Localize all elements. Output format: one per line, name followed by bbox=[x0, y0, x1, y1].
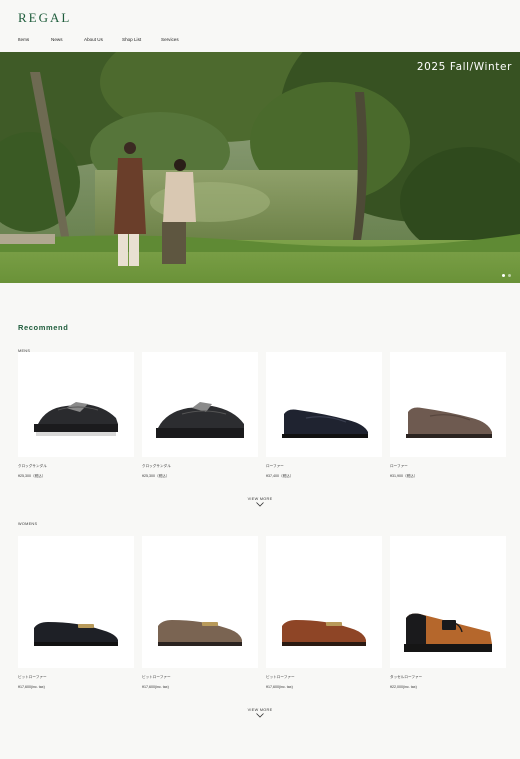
product-price: ¥25,300（税込） bbox=[18, 474, 46, 478]
product-price: ¥22,000(inc. tax) bbox=[390, 685, 417, 689]
product-card[interactable]: クロッグサンダル ¥25,300（税込） bbox=[18, 352, 134, 479]
product-image[interactable] bbox=[18, 536, 134, 668]
clog-sandal-black-image bbox=[34, 402, 118, 436]
nav-about-us[interactable]: About Us bbox=[84, 37, 122, 42]
product-card[interactable]: タッセルローファー ¥22,000(inc. tax) bbox=[390, 536, 506, 689]
regal-logo[interactable]: REGAL bbox=[18, 10, 71, 26]
product-image[interactable] bbox=[18, 352, 134, 457]
site-header: REGAL Items News About Us Shop List Serv… bbox=[0, 0, 520, 52]
product-name: クロッグサンダル bbox=[18, 464, 47, 468]
loafer-navy-image bbox=[282, 409, 368, 438]
product-name: クロッグサンダル bbox=[142, 464, 171, 468]
product-image[interactable] bbox=[390, 352, 506, 457]
mens-product-grid: クロッグサンダル ¥25,300（税込） クロッグサンダル ¥25,300（税込… bbox=[18, 352, 506, 479]
product-name: ビットローファー bbox=[266, 675, 295, 679]
product-price: ¥25,300（税込） bbox=[142, 474, 170, 478]
main-nav: Items News About Us Shop List Services bbox=[18, 37, 179, 42]
chevron-down-icon bbox=[256, 713, 264, 718]
product-name: ビットローファー bbox=[18, 675, 47, 679]
hero-photo bbox=[0, 52, 520, 283]
product-price: ¥31,900（税込） bbox=[390, 474, 418, 478]
product-name: ローファー bbox=[390, 464, 408, 468]
product-name: ローファー bbox=[266, 464, 284, 468]
nav-shop-list[interactable]: Shop List bbox=[122, 37, 161, 42]
product-card[interactable]: クロッグサンダル ¥25,300（税込） bbox=[142, 352, 258, 479]
product-image[interactable] bbox=[266, 352, 382, 457]
carousel-dots bbox=[502, 274, 511, 277]
product-card[interactable]: ローファー ¥37,400（税込） bbox=[266, 352, 382, 479]
product-name: ビットローファー bbox=[142, 675, 171, 679]
product-card[interactable]: ビットローファー ¥17,600(inc. tax) bbox=[266, 536, 382, 689]
product-price: ¥37,400（税込） bbox=[266, 474, 294, 478]
product-card[interactable]: ローファー ¥31,900（税込） bbox=[390, 352, 506, 479]
womens-view-more[interactable]: VIEW MORE bbox=[0, 708, 520, 718]
bit-loafer-black-image bbox=[34, 622, 118, 646]
womens-label: WOMENS bbox=[18, 522, 38, 526]
nav-news[interactable]: News bbox=[51, 37, 84, 42]
carousel-dot-2[interactable] bbox=[508, 274, 511, 277]
womens-product-grid: ビットローファー ¥17,600(inc. tax) ビットローファー ¥17,… bbox=[18, 536, 506, 689]
product-image[interactable] bbox=[142, 536, 258, 668]
nav-items[interactable]: Items bbox=[18, 37, 51, 42]
product-image[interactable] bbox=[266, 536, 382, 668]
mens-view-more[interactable]: VIEW MORE bbox=[0, 497, 520, 507]
clog-sandal-black-side-image bbox=[156, 402, 244, 438]
hero-banner[interactable]: 2025 Fall/Winter bbox=[0, 52, 520, 283]
product-price: ¥17,600(inc. tax) bbox=[142, 685, 169, 689]
tassel-loafer-image bbox=[404, 613, 492, 652]
view-more-label: VIEW MORE bbox=[247, 708, 273, 712]
view-more-label: VIEW MORE bbox=[247, 497, 273, 501]
product-name: タッセルローファー bbox=[390, 675, 423, 679]
product-card[interactable]: ビットローファー ¥17,600(inc. tax) bbox=[142, 536, 258, 689]
product-price: ¥17,600(inc. tax) bbox=[18, 685, 45, 689]
product-price: ¥17,600(inc. tax) bbox=[266, 685, 293, 689]
hero-title: 2025 Fall/Winter bbox=[416, 61, 512, 73]
product-image[interactable] bbox=[390, 536, 506, 668]
loafer-brown-suede-image bbox=[406, 407, 492, 438]
carousel-dot-1[interactable] bbox=[502, 274, 505, 277]
bit-loafer-brown-image bbox=[282, 620, 366, 646]
product-card[interactable]: ビットローファー ¥17,600(inc. tax) bbox=[18, 536, 134, 689]
product-image[interactable] bbox=[142, 352, 258, 457]
nav-services[interactable]: Services bbox=[161, 37, 179, 42]
chevron-down-icon bbox=[256, 502, 264, 507]
bit-loafer-taupe-image bbox=[158, 620, 242, 646]
recommend-heading: Recommend bbox=[18, 323, 69, 332]
